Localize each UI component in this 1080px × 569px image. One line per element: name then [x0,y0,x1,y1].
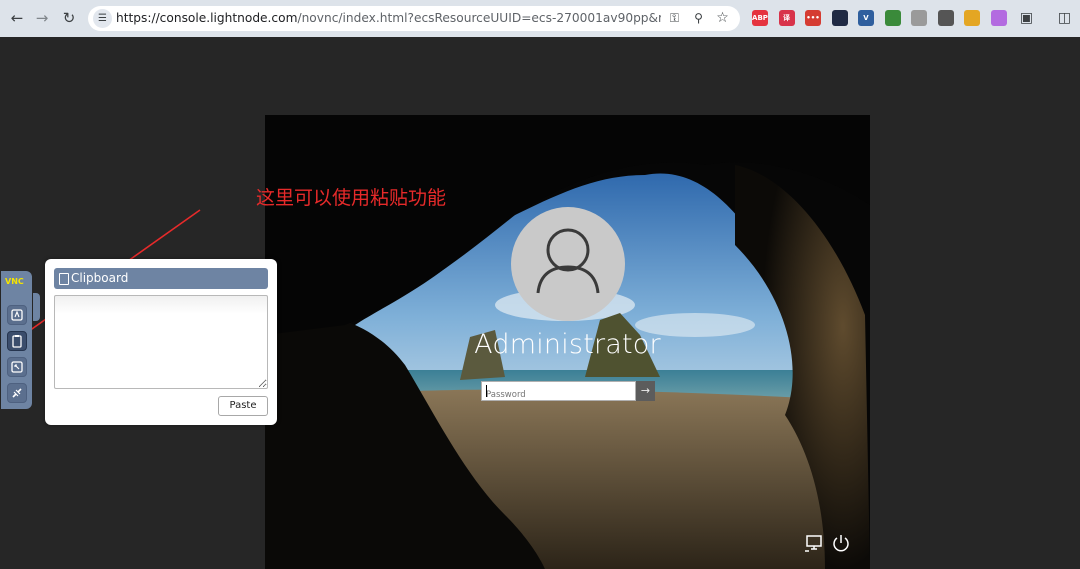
picker-extension[interactable] [884,10,901,26]
text-caret [486,385,487,397]
control-bar-handle[interactable] [33,293,40,321]
clipboard-icon [12,335,22,348]
extensions-icon[interactable]: ▣ [1018,10,1035,27]
translate-extension[interactable]: 译 [778,10,795,26]
swirl-extension[interactable] [990,10,1007,26]
clipboard-title: Clipboard [71,271,129,285]
user-icon [536,228,600,294]
fullscreen-icon [11,361,23,373]
submit-arrow-button[interactable]: → [636,381,655,401]
ball-extension[interactable] [831,10,848,26]
password-key-icon[interactable]: ⚿ [666,10,683,27]
novnc-logo: VNC [5,277,24,286]
disconnect-button[interactable] [7,383,27,403]
password-input[interactable] [482,386,635,404]
colorful-extension[interactable] [964,10,980,26]
paste-button[interactable]: Paste [218,396,268,416]
doc-extension[interactable] [937,10,954,26]
network-icon[interactable] [804,533,824,553]
fullscreen-button[interactable] [7,357,27,377]
keyboard-button[interactable] [7,305,27,325]
url-text[interactable]: https://console.lightnode.com/novnc/inde… [116,6,661,31]
forward-icon[interactable]: → [33,9,51,27]
password-field[interactable] [481,381,636,404]
keyboard-icon [11,309,23,321]
clipboard-button[interactable] [7,331,27,351]
site-info-icon[interactable]: ☰ [93,9,112,28]
novnc-control-bar: VNC [1,271,32,409]
clipboard-panel: Clipboard Paste [45,259,277,425]
annotation-text: 这里可以使用粘贴功能 [256,187,447,209]
browser-toolbar: ← → ↻ ☰ https://console.lightnode.com/no… [0,0,1080,37]
clipboard-header: Clipboard [54,268,268,289]
user-avatar [511,207,625,321]
camera-extension[interactable] [911,10,927,26]
zoom-icon[interactable]: ⚲ [690,10,707,27]
disconnect-icon [12,388,22,398]
address-bar[interactable]: ☰ https://console.lightnode.com/novnc/in… [88,6,740,31]
side-panel-icon[interactable]: ◫ [1056,10,1073,27]
ease-of-access-power-icon[interactable] [831,533,851,553]
clipboard-textarea[interactable] [54,295,268,389]
adblock-extension[interactable]: ABP [752,10,768,26]
vue-extension[interactable]: V [858,10,874,26]
username-label: Administrator [474,329,661,360]
clipboard-icon [59,273,69,285]
dots-extension[interactable]: ••• [805,10,821,26]
reload-icon[interactable]: ↻ [60,9,78,27]
back-icon[interactable]: ← [8,9,26,27]
bookmark-star-icon[interactable]: ☆ [714,10,731,27]
